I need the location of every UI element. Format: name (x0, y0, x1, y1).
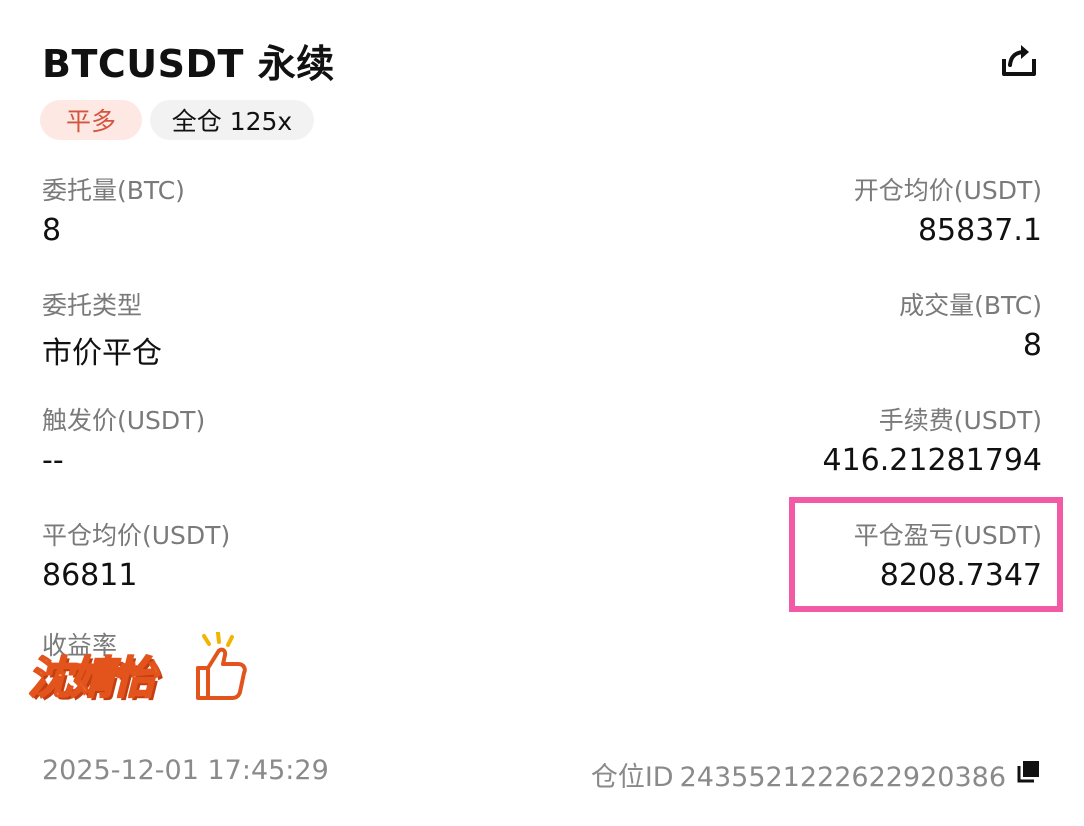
order-qty-label: 委托量(BTC) (42, 176, 185, 205)
fee-value: 416.21281794 (822, 443, 1043, 478)
position-id: 仓位ID 2435521222622920386 (585, 755, 1006, 794)
trigger-price-value: -- (42, 443, 64, 478)
close-avg-price-value: 86811 (42, 558, 138, 593)
timestamp: 2025-12-01 17:45:29 (42, 755, 329, 786)
side-badge: 平多 (40, 100, 142, 140)
name-sticker: 沈婧怡 (24, 632, 254, 706)
filled-qty-label: 成交量(BTC) (899, 291, 1042, 320)
order-qty-value: 8 (42, 213, 62, 248)
pnl-highlight-box (789, 497, 1063, 612)
position-id-value: 2435521222622920386 (679, 762, 1006, 793)
fee-label: 手续费(USDT) (878, 406, 1042, 435)
sticker-text: 沈婧怡 (27, 652, 157, 705)
share-icon (1002, 45, 1036, 76)
page-title: BTCUSDT 永续 (42, 42, 335, 86)
position-id-label: 仓位ID (590, 762, 674, 793)
open-avg-price-value: 85837.1 (917, 213, 1042, 248)
order-type-value: 市价平仓 (42, 336, 162, 371)
share-button[interactable] (998, 40, 1040, 82)
order-type-label: 委托类型 (42, 291, 143, 320)
close-avg-price-label: 平仓均价(USDT) (42, 521, 231, 550)
copy-button[interactable] (1014, 758, 1042, 786)
open-avg-price-label: 开仓均价(USDT) (853, 176, 1042, 205)
filled-qty-value: 8 (1022, 328, 1042, 363)
trigger-price-label: 触发价(USDT) (42, 406, 206, 435)
margin-mode-badge: 全仓 125x (150, 100, 314, 140)
copy-icon (1017, 761, 1039, 783)
thumbs-up-icon (196, 632, 247, 700)
